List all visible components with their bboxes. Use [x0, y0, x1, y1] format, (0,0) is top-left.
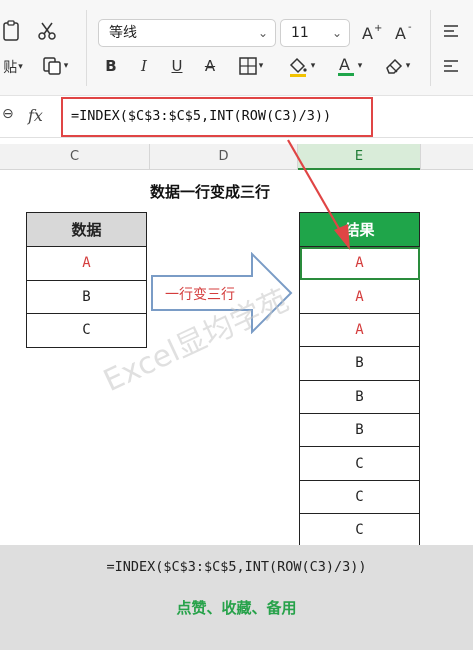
chevron-down-icon: ▾: [258, 61, 264, 71]
fx-label[interactable]: fx: [28, 106, 43, 125]
bold-button[interactable]: B: [100, 55, 122, 77]
font-name-value: 等线: [109, 25, 137, 41]
caption-footer: =INDEX($C$3:$C$5,INT(ROW(C3)/3)) 点赞、收藏、备…: [0, 545, 473, 650]
strikethrough-label: A: [204, 57, 216, 75]
column-header-d[interactable]: D: [150, 144, 298, 170]
ribbon-toolbar: 贴 ▾ ▾ 等线 ⌄ 11 ⌄ A + A- B I U A ▾ ▾ A ▾ ▾: [0, 0, 473, 96]
fill-color-button[interactable]: ▾: [282, 53, 320, 79]
paste-button[interactable]: 贴 ▾: [0, 56, 26, 78]
font-name-select[interactable]: 等线 ⌄: [98, 19, 276, 47]
clipboard-icon[interactable]: [0, 18, 22, 44]
bold-label: B: [105, 57, 117, 75]
table-cell[interactable]: B: [299, 379, 420, 414]
ribbon-divider: [86, 10, 87, 86]
copy-format-button[interactable]: ▾: [38, 55, 72, 77]
align-top-icon[interactable]: [440, 20, 462, 42]
paste-label: 贴: [3, 60, 18, 76]
footer-caption: 点赞、收藏、备用: [176, 599, 297, 617]
svg-text:+: +: [374, 23, 382, 34]
svg-text:A: A: [395, 24, 406, 42]
ribbon-divider: [430, 10, 431, 86]
column-header-empty[interactable]: [420, 144, 473, 170]
sheet-title: 数据一行变成三行: [150, 183, 271, 201]
italic-label: I: [141, 57, 147, 75]
eraser-icon: [385, 58, 402, 74]
pointer-arrow-icon: [287, 139, 350, 250]
footer-formula: =INDEX($C$3:$C$5,INT(ROW(C3)/3)): [106, 559, 367, 575]
source-table: 数据 A B C: [26, 212, 147, 348]
scissors-icon[interactable]: [36, 20, 58, 42]
chevron-down-icon: ⌄: [257, 26, 268, 40]
increase-font-icon[interactable]: A +: [360, 20, 384, 44]
chevron-down-icon: ▾: [310, 61, 316, 71]
font-color-button[interactable]: A ▾: [330, 53, 368, 79]
underline-button[interactable]: U: [166, 55, 188, 77]
align-left-icon[interactable]: [440, 55, 462, 77]
svg-text:A: A: [362, 24, 373, 42]
table-cell[interactable]: B: [299, 346, 420, 381]
result-table: 结果 A A A B B B C C C: [299, 212, 420, 548]
table-cell[interactable]: A: [26, 246, 147, 281]
italic-button[interactable]: I: [133, 55, 155, 77]
table-cell[interactable]: B: [299, 412, 420, 448]
strikethrough-button[interactable]: A: [199, 55, 221, 77]
source-table-header[interactable]: 数据: [26, 212, 147, 247]
chevron-down-icon: ⌄: [331, 26, 342, 40]
table-cell[interactable]: C: [299, 513, 420, 548]
borders-button[interactable]: ▾: [233, 55, 269, 77]
column-header-c[interactable]: C: [0, 144, 150, 170]
font-size-value: 11: [291, 25, 309, 41]
table-cell[interactable]: C: [299, 446, 420, 481]
paint-bucket-icon: [289, 57, 307, 77]
font-size-select[interactable]: 11 ⌄: [280, 19, 350, 47]
zoom-icon[interactable]: ⊖: [2, 106, 14, 122]
table-cell[interactable]: A: [299, 312, 420, 348]
table-cell[interactable]: B: [26, 279, 147, 314]
chevron-down-icon: ▾: [63, 61, 69, 71]
table-cell[interactable]: C: [299, 479, 420, 515]
underline-label: U: [171, 57, 183, 75]
decrease-font-icon[interactable]: A-: [393, 20, 417, 44]
svg-text:-: -: [408, 22, 412, 33]
chevron-down-icon: ▾: [405, 61, 411, 71]
table-cell[interactable]: A: [299, 279, 420, 314]
chevron-down-icon: ▾: [357, 61, 363, 71]
formula-input[interactable]: =INDEX($C$3:$C$5,INT(ROW(C3)/3)): [61, 97, 373, 137]
border-grid-icon: [238, 57, 257, 75]
table-cell[interactable]: C: [26, 313, 147, 348]
svg-text:A: A: [339, 55, 350, 74]
font-color-icon: A: [337, 55, 354, 76]
clear-format-button[interactable]: ▾: [378, 55, 416, 77]
